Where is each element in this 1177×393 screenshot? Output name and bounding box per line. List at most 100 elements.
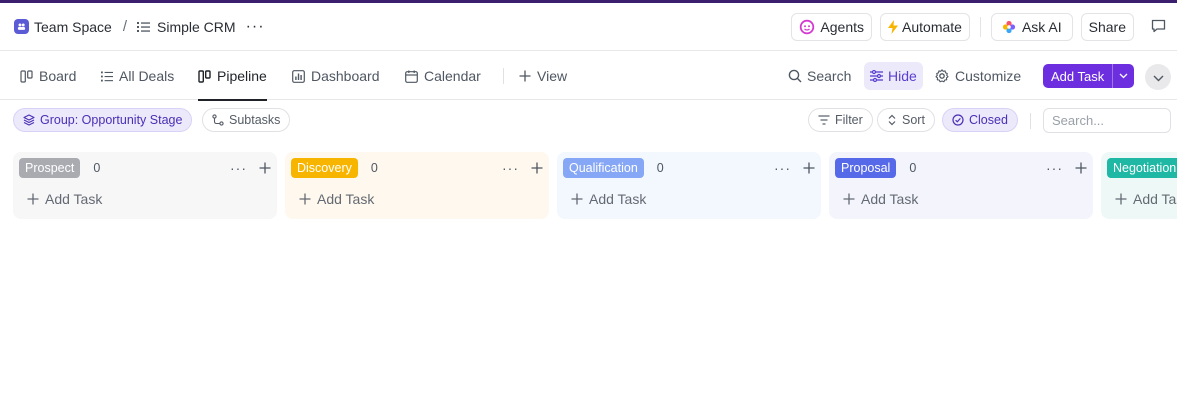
stage-badge[interactable]: Proposal (835, 158, 897, 178)
check-circle-icon (952, 114, 964, 126)
tab-board[interactable]: Board (20, 52, 76, 100)
header-divider (979, 17, 981, 37)
plus-icon (843, 193, 855, 205)
column-header: Qualification 0 ··· (563, 158, 815, 178)
board-column-proposal: Proposal 0 ··· Add Task (829, 152, 1093, 219)
more-options-icon[interactable]: ··· (502, 161, 519, 175)
views-divider (503, 68, 504, 84)
tab-calendar[interactable]: Calendar (405, 52, 481, 100)
tab-all-deals[interactable]: All Deals (101, 52, 174, 100)
sort-icon (887, 114, 897, 126)
gear-icon (935, 69, 949, 83)
calendar-icon (405, 70, 418, 83)
board-icon (198, 69, 211, 83)
tab-all-deals-label: All Deals (119, 68, 175, 84)
add-task-label: Add Task (1051, 68, 1105, 84)
tab-dashboard[interactable]: Dashboard (292, 52, 380, 100)
tab-board-label: Board (39, 68, 77, 84)
column-header: Negotiation (1107, 158, 1177, 178)
closed-chip[interactable]: Closed (942, 108, 1018, 132)
filter-icon (818, 115, 830, 125)
column-count: 0 (909, 161, 917, 175)
dashboard-icon (292, 69, 305, 83)
team-space-icon[interactable] (14, 19, 29, 34)
column-add-task-button[interactable]: Add Task (27, 191, 102, 207)
tab-pipeline-label: Pipeline (217, 68, 267, 84)
board-search-input[interactable] (1043, 108, 1171, 133)
group-by-label: Group: Opportunity Stage (40, 113, 183, 127)
customize-button[interactable]: Customize (935, 52, 1021, 100)
search-button[interactable]: Search (788, 52, 851, 100)
more-options-icon[interactable]: ··· (774, 161, 791, 175)
comments-button[interactable] (1144, 13, 1172, 41)
column-header: Prospect 0 ··· (19, 158, 271, 178)
more-options-icon[interactable]: ··· (246, 18, 265, 35)
plus-icon (27, 193, 39, 205)
group-by-chip[interactable]: Group: Opportunity Stage (13, 108, 193, 132)
agents-label: Agents (820, 19, 865, 35)
sliders-icon (870, 70, 883, 82)
plus-icon[interactable] (1075, 162, 1087, 174)
tab-pipeline[interactable]: Pipeline (198, 52, 267, 101)
automate-label: Automate (902, 19, 962, 35)
sort-label: Sort (902, 113, 925, 127)
plus-icon (571, 193, 583, 205)
automate-button[interactable]: Automate (880, 13, 970, 41)
more-options-icon[interactable]: ··· (230, 161, 247, 175)
stage-badge[interactable]: Discovery (291, 158, 358, 178)
list-icon (101, 71, 113, 82)
column-count: 0 (370, 161, 378, 175)
views-bar: Board All Deals Pipeline Dashboard Calen… (0, 52, 1177, 101)
board-column-negotiation: Negotiation Add Task (1101, 152, 1177, 219)
column-add-task-button[interactable]: Add Task (299, 191, 374, 207)
more-options-icon[interactable]: ··· (1046, 161, 1063, 175)
top-header: Team Space / Simple CRM ··· Agents Autom… (0, 3, 1177, 51)
plus-icon[interactable] (531, 162, 543, 174)
collapse-button[interactable] (1145, 64, 1171, 90)
share-button[interactable]: Share (1080, 13, 1134, 41)
breadcrumb-list[interactable]: Simple CRM (157, 19, 236, 35)
column-header: Proposal 0 ··· (835, 158, 1087, 178)
share-label: Share (1088, 19, 1126, 35)
ai-sparkle-icon (1002, 20, 1016, 34)
add-view-button[interactable]: View (519, 52, 567, 100)
plus-icon (299, 193, 311, 205)
sort-chip[interactable]: Sort (877, 108, 935, 132)
add-task-label: Add Task (1133, 191, 1177, 207)
hide-button[interactable]: Hide (864, 62, 923, 90)
column-count: 0 (656, 161, 664, 175)
column-actions: ··· (774, 161, 815, 175)
column-add-task-button[interactable]: Add Task (571, 191, 646, 207)
add-task-button[interactable]: Add Task (1043, 64, 1134, 88)
ask-ai-button[interactable]: Ask AI (990, 13, 1073, 41)
stage-badge[interactable]: Prospect (19, 158, 81, 178)
plus-icon (519, 70, 531, 82)
tab-dashboard-label: Dashboard (311, 68, 380, 84)
breadcrumb-space[interactable]: Team Space (34, 19, 112, 35)
filter-divider (1030, 113, 1031, 129)
customize-label: Customize (955, 68, 1022, 84)
column-actions: ··· (230, 161, 271, 175)
add-task-label: Add Task (45, 191, 103, 207)
stage-badge[interactable]: Negotiation (1107, 158, 1177, 178)
filter-chip[interactable]: Filter (808, 108, 873, 132)
subtasks-label: Subtasks (229, 113, 281, 127)
plus-icon[interactable] (259, 162, 271, 174)
plus-icon[interactable] (803, 162, 815, 174)
column-add-task-button[interactable]: Add Task (843, 191, 918, 207)
comment-icon (1151, 19, 1166, 36)
agents-button[interactable]: Agents (791, 13, 873, 41)
column-actions: ··· (502, 161, 543, 175)
subtasks-chip[interactable]: Subtasks (202, 108, 291, 132)
hide-label: Hide (888, 68, 917, 84)
stage-badge[interactable]: Qualification (563, 158, 644, 178)
layers-icon (23, 114, 35, 126)
filter-label: Filter (835, 113, 863, 127)
board-column-prospect: Prospect 0 ··· Add Task (13, 152, 277, 219)
closed-label: Closed (969, 113, 1008, 127)
ask-ai-label: Ask AI (1021, 19, 1062, 35)
column-add-task-button[interactable]: Add Task (1115, 191, 1177, 207)
chevron-down-icon[interactable] (1112, 64, 1134, 88)
breadcrumb: Team Space / Simple CRM ··· (14, 3, 265, 50)
add-task-label: Add Task (861, 191, 919, 207)
